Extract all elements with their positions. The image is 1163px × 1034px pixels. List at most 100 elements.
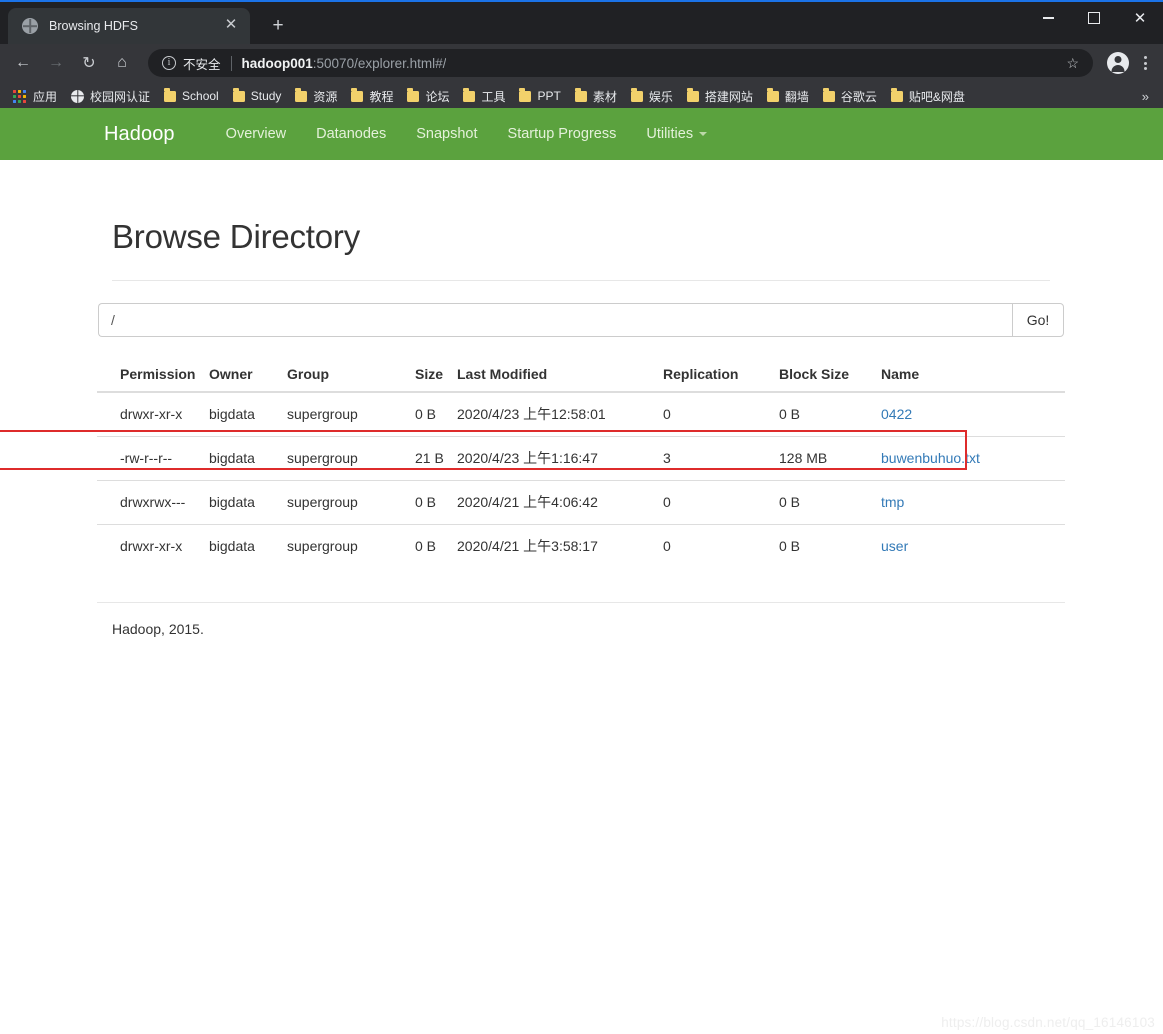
- cell-last-modified: 2020/4/21 上午4:06:42: [457, 480, 663, 525]
- nav-item-label: Utilities: [646, 126, 694, 142]
- browser-window: Browsing HDFS ✕ + ✕ ← → ↻ ⌂ i 不安全 hadoop…: [0, 0, 1163, 1034]
- bookmark-item-1[interactable]: School: [157, 85, 226, 107]
- nav-item-datanodes[interactable]: Datanodes: [301, 126, 401, 142]
- table-row: drwxrwx--- bigdata supergroup 0 B 2020/4…: [97, 480, 1065, 525]
- url-text: hadoop001:50070/explorer.html#/: [242, 56, 447, 71]
- table-row: -rw-r--r-- bigdata supergroup 21 B 2020/…: [97, 436, 1065, 481]
- bookmark-item-8[interactable]: 素材: [568, 85, 624, 107]
- cell-block-size: 0 B: [779, 524, 881, 568]
- cell-block-size: 0 B: [779, 406, 801, 422]
- cell-name: user: [881, 524, 1065, 568]
- avatar[interactable]: [1107, 52, 1129, 74]
- bookmark-label: 教程: [369, 89, 394, 104]
- url-host: hadoop001: [241, 55, 313, 71]
- column-header-name: Name: [881, 358, 1065, 393]
- cell-permission: drwxr-xr-x: [97, 524, 209, 568]
- bookmark-item-2[interactable]: Study: [226, 85, 289, 107]
- nav-item-snapshot[interactable]: Snapshot: [401, 126, 492, 142]
- go-button[interactable]: Go!: [1012, 303, 1064, 337]
- bookmark-apps[interactable]: 应用: [6, 85, 64, 107]
- bookmarks-bar: 应用 校园网认证 School Study 资源 教程 论坛 工具 PPT 素材…: [0, 82, 1163, 110]
- browser-chrome: Browsing HDFS ✕ + ✕ ← → ↻ ⌂ i 不安全 hadoop…: [0, 0, 1163, 110]
- info-icon[interactable]: i: [162, 56, 176, 70]
- bookmark-item-3[interactable]: 资源: [288, 85, 344, 107]
- maximize-icon[interactable]: [1071, 2, 1117, 34]
- bookmark-label: 素材: [592, 89, 617, 104]
- cell-group: supergroup: [287, 480, 415, 525]
- file-link[interactable]: user: [881, 538, 908, 554]
- bookmark-item-12[interactable]: 谷歌云: [816, 85, 884, 107]
- cell-permission: drwxrwx---: [97, 480, 209, 525]
- cell-block-size: 0 B: [779, 480, 881, 525]
- bookmarks-overflow-icon[interactable]: »: [1134, 89, 1157, 104]
- cell-owner: bigdata: [209, 436, 287, 481]
- column-header-size: Size: [415, 358, 457, 393]
- page-content: Hadoop Overview Datanodes Snapshot Start…: [0, 108, 1163, 1034]
- bookmark-label: 工具: [481, 89, 506, 104]
- column-header-block-size: Block Size: [779, 358, 881, 393]
- folder-icon: [164, 88, 177, 102]
- back-icon[interactable]: ←: [8, 48, 38, 78]
- column-header-replication: Replication: [663, 358, 779, 393]
- bookmark-label: 贴吧&网盘: [908, 89, 965, 104]
- home-icon[interactable]: ⌂: [107, 48, 137, 78]
- bookmark-item-4[interactable]: 教程: [344, 85, 400, 107]
- folder-icon: [574, 88, 587, 102]
- brand-logo[interactable]: Hadoop: [104, 123, 175, 146]
- folder-icon: [519, 88, 532, 102]
- kebab-menu-icon[interactable]: [1135, 51, 1155, 75]
- apps-grid-icon: [13, 89, 26, 103]
- window-close-icon[interactable]: ✕: [1117, 2, 1163, 34]
- cell-group: supergroup: [287, 406, 358, 422]
- cell-block-size: 128 MB: [779, 436, 881, 481]
- bookmark-label: 谷歌云: [840, 89, 877, 104]
- path-form: Go!: [97, 303, 1065, 337]
- nav-item-utilities[interactable]: Utilities: [631, 126, 722, 142]
- new-tab-button[interactable]: +: [264, 12, 292, 40]
- cell-replication: 0: [663, 406, 671, 422]
- bookmark-item-5[interactable]: 论坛: [400, 85, 456, 107]
- browser-toolbar: ← → ↻ ⌂ i 不安全 hadoop001:50070/explorer.h…: [0, 44, 1163, 82]
- bookmark-item-9[interactable]: 娱乐: [624, 85, 680, 107]
- address-bar[interactable]: i 不安全 hadoop001:50070/explorer.html#/ ☆: [148, 49, 1093, 77]
- table-header-row: Permission Owner Group Size Last Modifie…: [97, 358, 1065, 393]
- close-icon[interactable]: ✕: [222, 17, 240, 35]
- path-input[interactable]: [98, 303, 1012, 337]
- folder-icon: [351, 88, 364, 102]
- cell-name: 0422: [881, 392, 1065, 437]
- table-row: drwxr-xr-x bigdata supergroup 0 B 2020/4…: [97, 392, 1065, 437]
- bookmark-item-11[interactable]: 翻墙: [760, 85, 816, 107]
- bookmark-item-10[interactable]: 搭建网站: [680, 85, 760, 107]
- bookmark-item-0[interactable]: 校园网认证: [64, 85, 157, 107]
- cell-size: 0 B: [415, 406, 437, 422]
- bookmark-star-icon[interactable]: ☆: [1056, 55, 1079, 72]
- main-container: Browse Directory Go! Permission Owner Gr…: [97, 160, 1065, 637]
- bookmark-item-13[interactable]: 贴吧&网盘: [884, 85, 972, 107]
- cell-size: 0 B: [415, 480, 457, 525]
- cell-permission: -rw-r--r--: [97, 436, 209, 481]
- bookmark-item-6[interactable]: 工具: [456, 85, 512, 107]
- column-header-permission: Permission: [97, 358, 209, 393]
- bookmark-label: 娱乐: [648, 89, 673, 104]
- window-controls: ✕: [1025, 2, 1163, 34]
- cell-replication: 3: [663, 436, 779, 481]
- file-link[interactable]: buwenbuhuo.txt: [881, 450, 980, 466]
- column-header-owner: Owner: [209, 358, 287, 393]
- file-link[interactable]: tmp: [881, 494, 904, 510]
- cell-size: 0 B: [415, 524, 457, 568]
- bookmark-label: 搭建网站: [704, 89, 753, 104]
- tab-browsing-hdfs[interactable]: Browsing HDFS ✕: [8, 8, 250, 44]
- divider: [230, 55, 232, 71]
- forward-icon[interactable]: →: [41, 48, 71, 78]
- reload-icon[interactable]: ↻: [74, 48, 104, 78]
- column-header-group: Group: [287, 358, 415, 393]
- divider: [112, 280, 1050, 281]
- minimize-icon[interactable]: [1025, 2, 1071, 34]
- nav-item-overview[interactable]: Overview: [211, 126, 301, 142]
- cell-name: buwenbuhuo.txt: [881, 436, 1065, 481]
- folder-icon: [630, 88, 643, 102]
- bookmark-item-7[interactable]: PPT: [512, 85, 567, 107]
- nav-item-startup-progress[interactable]: Startup Progress: [493, 126, 632, 142]
- file-link[interactable]: 0422: [881, 406, 912, 422]
- cell-group: supergroup: [287, 436, 415, 481]
